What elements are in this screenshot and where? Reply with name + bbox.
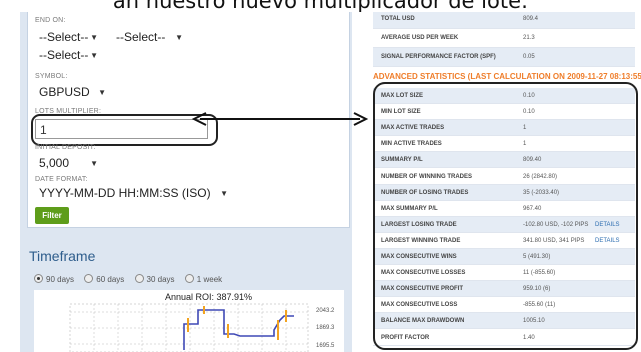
timeframe-title: Timeframe — [29, 248, 96, 264]
roi-chart: Annual ROI: 387.91% 2043.2 1869.3 1695.5 — [34, 290, 344, 352]
timeframe-option-label: 1 week — [196, 275, 223, 284]
stat-value: 809.4 — [523, 16, 539, 22]
chevron-down-icon: ▼ — [90, 159, 98, 168]
chart-tick-label: 1869.3 — [316, 325, 335, 331]
roi-chart-plot — [69, 303, 309, 352]
chart-tick-label: 1695.5 — [316, 343, 335, 349]
select-value: YYYY-MM-DD HH:MM:SS (ISO) — [39, 186, 211, 200]
initial-deposit-select[interactable]: 5,000 ▼ — [35, 155, 103, 172]
filter-panel: END ON: --Select-- ▼ --Select-- ▼ --Sele… — [20, 0, 352, 352]
end-on-label: END ON: — [35, 17, 66, 24]
select-value: --Select-- — [116, 30, 166, 44]
radio-icon — [134, 274, 144, 284]
initial-deposit-label: INITIAL DEPOSIT: — [35, 144, 96, 151]
timeframe-30-days[interactable]: 30 days — [134, 274, 175, 284]
chevron-down-icon: ▼ — [90, 33, 98, 42]
filter-button[interactable]: Filter — [35, 207, 69, 224]
radio-icon — [184, 274, 194, 284]
end-on-month-select[interactable]: --Select-- ▼ — [112, 29, 188, 46]
timeframe-option-label: 30 days — [146, 275, 175, 284]
chart-tick-label: 2043.2 — [316, 308, 335, 314]
select-value: --Select-- — [39, 48, 89, 62]
select-value: GBPUSD — [39, 85, 90, 99]
stat-value: 0.05 — [523, 54, 535, 60]
select-value: --Select-- — [39, 30, 89, 44]
timeframe-option-label: 60 days — [96, 275, 125, 284]
select-value: 5,000 — [39, 156, 70, 170]
timeframe-option-label: 90 days — [46, 275, 75, 284]
stat-row: AVERAGE USD PER WEEK 21.3 — [373, 29, 635, 48]
statistics-panel: TOTAL USD 809.4 AVERAGE USD PER WEEK 21.… — [370, 0, 641, 352]
timeframe-90-days[interactable]: 90 days — [34, 274, 75, 284]
stat-value: 21.3 — [523, 35, 535, 41]
radio-icon — [84, 274, 94, 284]
double-arrow-icon — [191, 112, 369, 126]
symbol-select[interactable]: GBPUSD ▼ — [35, 84, 111, 101]
chevron-down-icon: ▼ — [175, 33, 183, 42]
radio-selected-icon — [34, 274, 43, 284]
stat-row: SIGNAL PERFORMANCE FACTOR (SPF) 0.05 — [373, 48, 635, 67]
caption-text: an nuestro nuevo multiplicador de lote: — [0, 0, 641, 12]
stat-key: SIGNAL PERFORMANCE FACTOR (SPF) — [381, 54, 496, 60]
stat-row: TOTAL USD 809.4 — [373, 10, 635, 29]
stat-key: AVERAGE USD PER WEEK — [381, 35, 459, 41]
timeframe-1-week[interactable]: 1 week — [184, 274, 223, 284]
timeframe-60-days[interactable]: 60 days — [84, 274, 125, 284]
end-on-year-select[interactable]: --Select-- ▼ — [35, 47, 103, 64]
date-format-label: DATE FORMAT: — [35, 176, 88, 183]
symbol-label: SYMBOL: — [35, 73, 68, 80]
end-on-day-select[interactable]: --Select-- ▼ — [35, 29, 103, 46]
chevron-down-icon: ▼ — [90, 51, 98, 60]
chevron-down-icon: ▼ — [98, 88, 106, 97]
date-format-select[interactable]: YYYY-MM-DD HH:MM:SS (ISO) ▼ — [35, 185, 233, 202]
timeframe-options: 90 days 60 days 30 days 1 week — [34, 274, 230, 284]
stat-key: TOTAL USD — [381, 16, 415, 22]
advanced-statistics-title: ADVANCED STATISTICS (LAST CALCULATION ON… — [373, 72, 641, 81]
chevron-down-icon: ▼ — [220, 189, 228, 198]
highlight-oval — [373, 82, 638, 350]
